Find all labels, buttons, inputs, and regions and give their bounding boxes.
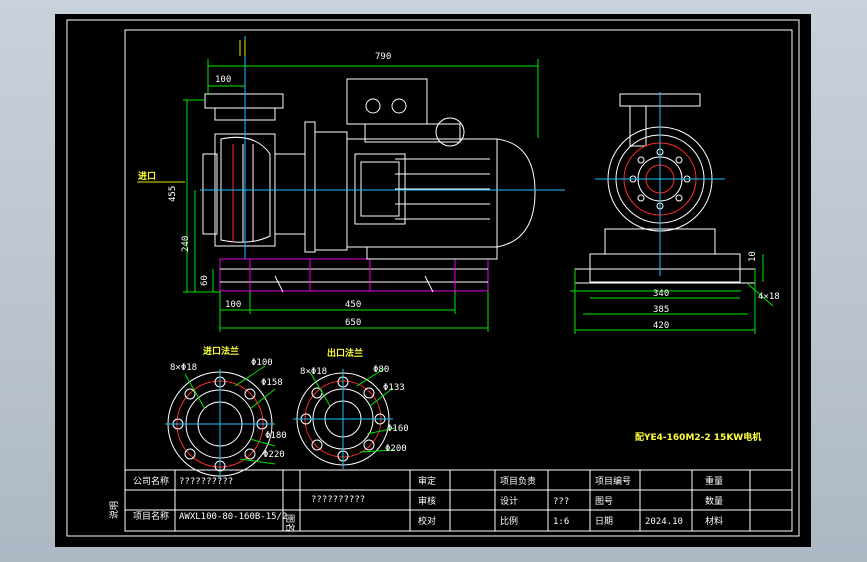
- dim-label-790: 790: [375, 52, 391, 62]
- inlet-d3: Φ180: [265, 431, 287, 441]
- tb-r2-c3: ???: [553, 497, 569, 507]
- dim-label-100-bottom: 100: [225, 300, 241, 310]
- tb-project-label: 项目名称: [133, 510, 169, 522]
- outlet-d2: Φ133: [383, 383, 405, 393]
- inlet-flange-title: 进口法兰: [203, 345, 239, 357]
- inlet-label: 进口: [138, 170, 156, 182]
- dim-label-650: 650: [345, 318, 361, 328]
- tb-r1-c0: 审定: [418, 475, 436, 487]
- outlet-bolt-holes: 8×Φ18: [300, 367, 327, 377]
- tb-r1-c6: 重量: [705, 475, 723, 487]
- tb-r3-c4: 日期: [595, 516, 613, 527]
- front-view: [137, 36, 565, 332]
- dim-label-455: 455: [168, 186, 178, 202]
- side-base: [589, 253, 741, 283]
- dim-label-10: 10: [748, 251, 758, 262]
- fan-cover: [496, 138, 536, 248]
- inlet-bolt-holes: 8×Φ18: [170, 363, 197, 373]
- cad-viewport: 790 100 455 240 60 100 450 650 340 385 4…: [0, 0, 867, 562]
- tb-company-value: ??????????: [179, 477, 233, 487]
- dim-label-385: 385: [653, 305, 669, 315]
- tb-r3-c6: 材料: [705, 515, 723, 527]
- tb-drawing-label: 图名: [284, 514, 296, 532]
- inner-frame: [124, 29, 793, 532]
- tb-r2-c0: 审核: [418, 495, 436, 507]
- motor-body: [346, 138, 498, 248]
- tb-r1-c4: 项目编号: [595, 475, 631, 487]
- dim-label-340: 340: [653, 289, 669, 299]
- tb-r3-c0: 校对: [418, 515, 436, 527]
- outlet-flange-view: [293, 367, 396, 469]
- tb-r2-c6: 数量: [705, 495, 723, 507]
- inlet-d1: Φ100: [251, 358, 273, 368]
- tb-drawing-value: ??????????: [311, 495, 365, 505]
- inlet-flange-view: [165, 365, 276, 479]
- tb-r3-c3: 1:6: [553, 517, 569, 527]
- dim-label-60: 60: [200, 275, 210, 286]
- outer-frame: [66, 19, 800, 537]
- tb-company-label: 公司名称: [133, 475, 169, 487]
- tb-r3-c5: 2024.10: [645, 517, 683, 527]
- outlet-flange-top: [204, 93, 284, 109]
- dim-label-100-top: 100: [215, 75, 231, 85]
- tb-r2-c2: 设计: [500, 495, 518, 507]
- dim-label-420: 420: [653, 321, 669, 331]
- outlet-d4: Φ200: [385, 444, 407, 454]
- dim-label-450: 450: [345, 300, 361, 310]
- tb-r3-c2: 比例: [500, 515, 518, 527]
- dim-label-240: 240: [181, 236, 191, 252]
- base-frame: [219, 258, 489, 292]
- outlet-d1: Φ80: [373, 365, 389, 375]
- tb-r2-c4: 图号: [595, 496, 613, 507]
- outlet-d3: Φ160: [387, 424, 409, 434]
- inlet-d2: Φ158: [261, 378, 283, 388]
- inlet-d4: Φ220: [263, 450, 285, 460]
- junction-box: [346, 78, 428, 125]
- tb-project-value: AWXL100-80-160B-15/2: [179, 512, 287, 522]
- drawing-sheet: 790 100 455 240 60 100 450 650 340 385 4…: [55, 14, 811, 547]
- outlet-flange-title: 出口法兰: [327, 347, 363, 359]
- tb-side-mark: 说明: [108, 501, 120, 519]
- tb-r1-c2: 项目负责: [500, 475, 536, 487]
- side-view: [570, 92, 774, 334]
- cad-drawing: 790 100 455 240 60 100 450 650 340 385 4…: [66, 19, 800, 537]
- dim-label-holes: 4×18: [758, 292, 780, 302]
- motor-label: 配YE4-160M2-2 15KW电机: [635, 431, 761, 443]
